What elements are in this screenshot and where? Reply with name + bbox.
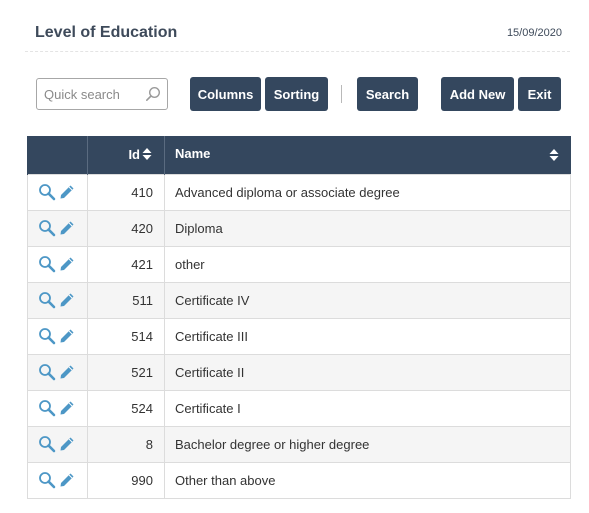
cell-name: Certificate IV <box>164 281 571 319</box>
exit-button[interactable]: Exit <box>518 77 561 111</box>
page-date: 15/09/2020 <box>506 27 562 39</box>
magnifier-icon[interactable] <box>38 291 56 309</box>
row-actions <box>27 245 88 283</box>
pencil-icon[interactable] <box>58 471 76 489</box>
header-id[interactable]: Id <box>87 136 165 174</box>
pencil-icon[interactable] <box>58 219 76 237</box>
header-name-label: Name <box>175 145 211 161</box>
magnifier-icon[interactable] <box>38 255 56 273</box>
add-new-button[interactable]: Add New <box>441 77 514 111</box>
search-button[interactable]: Search <box>357 77 418 111</box>
pencil-icon[interactable] <box>58 435 76 453</box>
pencil-icon[interactable] <box>58 363 76 381</box>
table-header-row: Id Name <box>27 136 571 174</box>
row-actions <box>27 209 88 247</box>
sorting-button[interactable]: Sorting <box>265 77 328 111</box>
row-actions <box>27 281 88 319</box>
header-actions <box>27 136 88 174</box>
row-actions <box>27 317 88 355</box>
cell-id: 524 <box>87 389 165 427</box>
table-row: 514 Certificate III <box>27 317 571 355</box>
pencil-icon[interactable] <box>58 399 76 417</box>
search-icon[interactable] <box>145 86 161 102</box>
toolbar-separator <box>341 85 342 103</box>
table-row: 410 Advanced diploma or associate degree <box>27 173 571 211</box>
table-row: 420 Diploma <box>27 209 571 247</box>
row-actions <box>27 425 88 463</box>
cell-id: 8 <box>87 425 165 463</box>
pencil-icon[interactable] <box>58 327 76 345</box>
cell-name: Certificate I <box>164 389 571 427</box>
row-actions <box>27 353 88 391</box>
education-levels-table: Id Name 410 Advanced diploma or associate… <box>27 136 571 499</box>
quick-search-box[interactable] <box>36 78 168 110</box>
magnifier-icon[interactable] <box>38 219 56 237</box>
quick-search-input[interactable] <box>37 79 145 109</box>
pencil-icon[interactable] <box>58 291 76 309</box>
table-row: 421 other <box>27 245 571 283</box>
cell-name: other <box>164 245 571 283</box>
pencil-icon[interactable] <box>58 183 76 201</box>
magnifier-icon[interactable] <box>38 327 56 345</box>
page-title: Level of Education <box>35 24 178 41</box>
cell-name: Advanced diploma or associate degree <box>164 173 571 211</box>
cell-name: Certificate II <box>164 353 571 391</box>
magnifier-icon[interactable] <box>38 399 56 417</box>
table-row: 990 Other than above <box>27 461 571 499</box>
row-actions <box>27 389 88 427</box>
magnifier-icon[interactable] <box>38 363 56 381</box>
row-actions <box>27 461 88 499</box>
cell-id: 511 <box>87 281 165 319</box>
cell-id: 521 <box>87 353 165 391</box>
magnifier-icon[interactable] <box>38 471 56 489</box>
magnifier-icon[interactable] <box>38 435 56 453</box>
title-divider <box>25 51 570 52</box>
cell-name: Certificate III <box>164 317 571 355</box>
cell-id: 421 <box>87 245 165 283</box>
cell-id: 990 <box>87 461 165 499</box>
pencil-icon[interactable] <box>58 255 76 273</box>
table-row: 511 Certificate IV <box>27 281 571 319</box>
cell-name: Bachelor degree or higher degree <box>164 425 571 463</box>
cell-name: Diploma <box>164 209 571 247</box>
cell-id: 410 <box>87 173 165 211</box>
sort-both-icon[interactable] <box>142 147 152 163</box>
cell-name: Other than above <box>164 461 571 499</box>
table-row: 8 Bachelor degree or higher degree <box>27 425 571 463</box>
cell-id: 420 <box>87 209 165 247</box>
columns-button[interactable]: Columns <box>190 77 261 111</box>
header-id-label: Id <box>128 146 140 162</box>
table-row: 524 Certificate I <box>27 389 571 427</box>
header-name[interactable]: Name <box>164 136 571 174</box>
row-actions <box>27 173 88 211</box>
sort-both-icon[interactable] <box>549 148 559 164</box>
cell-id: 514 <box>87 317 165 355</box>
table-row: 521 Certificate II <box>27 353 571 391</box>
magnifier-icon[interactable] <box>38 183 56 201</box>
table-body: 410 Advanced diploma or associate degree 4… <box>27 173 571 499</box>
